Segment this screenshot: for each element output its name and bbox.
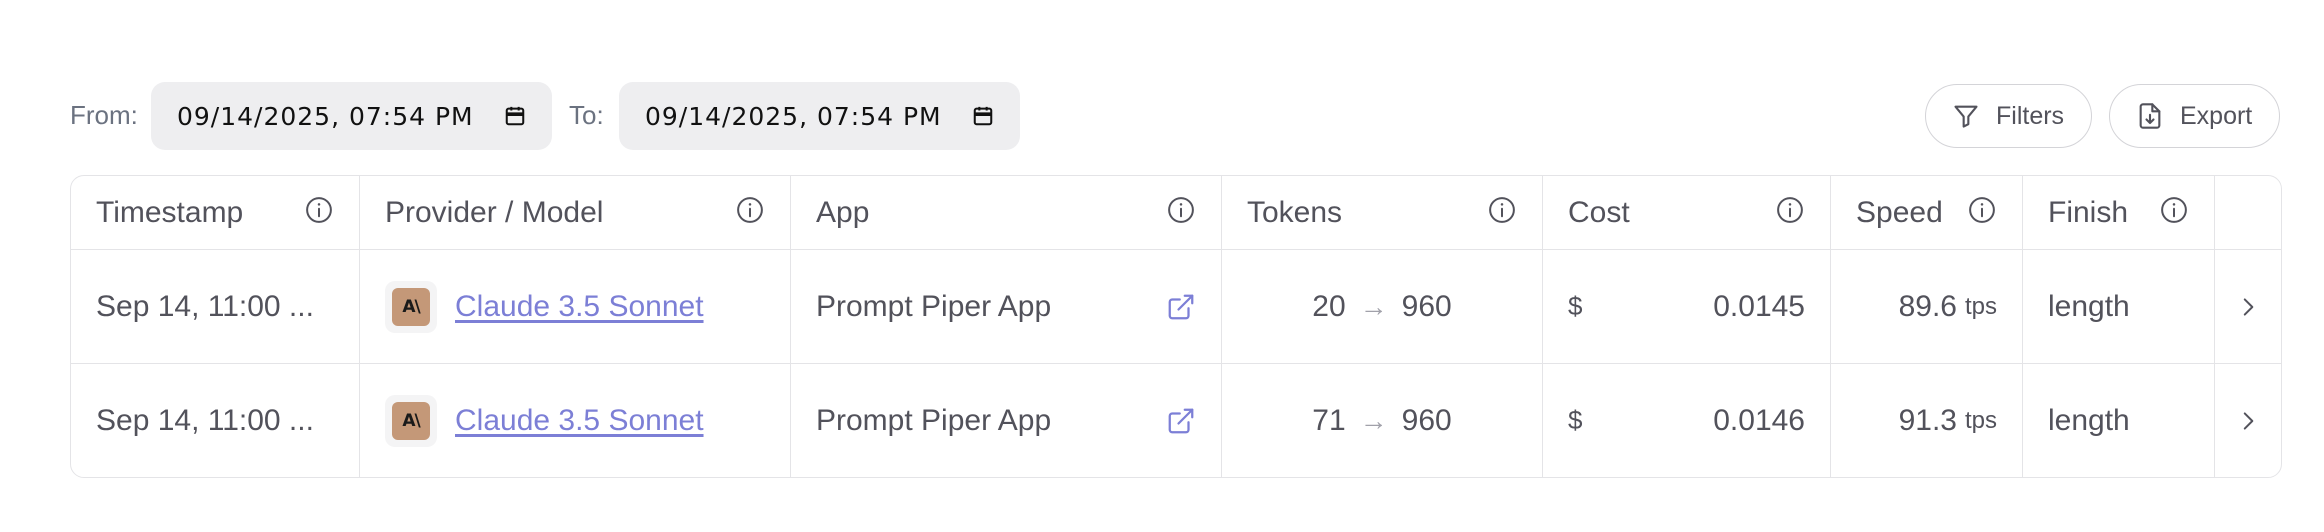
calendar-icon[interactable] [504,105,526,127]
header-actions [2215,176,2281,250]
info-icon[interactable] [735,195,765,225]
table-row[interactable]: Sep 14, 11:00 ... A\ Claude 3.5 Sonnet P… [71,364,2281,477]
filter-icon [1954,105,1978,128]
header-finish[interactable]: Finish [2023,176,2215,250]
chevron-right-icon[interactable] [2235,408,2261,434]
to-datetime-input[interactable]: 09/14/2025, 07:54 PM [619,82,1020,150]
anthropic-logo-icon: A\ [392,287,430,326]
header-tokens-label: Tokens [1247,195,1343,229]
tokens-out: 960 [1401,403,1452,437]
info-icon[interactable] [2159,195,2189,225]
cost-currency: $ [1568,405,1583,435]
filters-label: Filters [1996,101,2065,130]
row-expand-cell[interactable] [2215,250,2281,364]
header-app-label: App [816,195,870,229]
timestamp-value: Sep 14, 11:00 ... [96,403,314,437]
header-app[interactable]: App [791,176,1222,250]
header-provider-model-label: Provider / Model [385,195,604,229]
timestamp-value: Sep 14, 11:00 ... [96,289,314,323]
external-link-icon[interactable] [1166,292,1196,322]
provider-logo: A\ [385,394,437,447]
finish-cell: length [2023,364,2215,477]
timestamp-cell: Sep 14, 11:00 ... [71,250,360,364]
timestamp-cell: Sep 14, 11:00 ... [71,364,360,477]
tokens-cell: 71 → 960 [1222,364,1543,477]
speed-value: 91.3 [1898,403,1957,437]
table-row[interactable]: Sep 14, 11:00 ... A\ Claude 3.5 Sonnet P… [71,250,2281,364]
speed-unit: tps [1964,406,1997,434]
file-download-icon [2139,103,2161,129]
to-datetime-value: 09/14/2025, 07:54 PM [645,101,942,131]
app-name: Prompt Piper App [816,403,1052,437]
tokens-in: 71 [1312,403,1346,437]
provider-model-cell: A\ Claude 3.5 Sonnet [360,364,791,477]
cost-cell: $ 0.0146 [1543,364,1831,477]
header-speed[interactable]: Speed [1831,176,2023,250]
model-link[interactable]: Claude 3.5 Sonnet [455,404,704,438]
tokens-in: 20 [1312,289,1346,323]
info-icon[interactable] [304,195,334,225]
speed-value: 89.6 [1898,289,1957,323]
provider-logo: A\ [385,280,437,333]
from-label: From: [70,100,138,130]
info-icon[interactable] [1166,195,1196,225]
app-name: Prompt Piper App [816,289,1052,323]
speed-unit: tps [1964,292,1997,320]
table-header-row: Timestamp Provider / Model App Tokens Co… [71,176,2281,250]
arrow-right-icon: → [1359,290,1388,322]
speed-cell: 91.3 tps [1831,364,2023,477]
info-icon[interactable] [1967,195,1997,225]
cost-cell: $ 0.0145 [1543,250,1831,364]
row-expand-cell[interactable] [2215,364,2281,477]
finish-reason: length [2048,403,2130,437]
external-link-icon[interactable] [1166,406,1196,436]
cost-value: 0.0145 [1713,289,1805,323]
generations-table: Timestamp Provider / Model App Tokens Co… [70,175,2282,478]
anthropic-logo-icon: A\ [392,401,430,440]
chevron-right-icon[interactable] [2235,294,2261,320]
toolbar: From: 09/14/2025, 07:54 PM To: 09/14/202… [0,0,2324,160]
info-icon[interactable] [1487,195,1517,225]
tokens-cell: 20 → 960 [1222,250,1543,364]
header-cost-label: Cost [1568,195,1630,229]
header-timestamp-label: Timestamp [96,195,244,229]
header-tokens[interactable]: Tokens [1222,176,1543,250]
cost-value: 0.0146 [1713,403,1805,437]
app-cell: Prompt Piper App [791,364,1222,477]
info-icon[interactable] [1775,195,1805,225]
filters-button[interactable]: Filters [1925,84,2092,148]
header-speed-label: Speed [1856,195,1943,229]
cost-currency: $ [1568,291,1583,321]
export-button[interactable]: Export [2109,84,2280,148]
provider-model-cell: A\ Claude 3.5 Sonnet [360,250,791,364]
export-label: Export [2180,101,2253,130]
tokens-out: 960 [1401,289,1452,323]
from-datetime-value: 09/14/2025, 07:54 PM [177,101,474,131]
model-link[interactable]: Claude 3.5 Sonnet [455,290,704,324]
header-provider-model[interactable]: Provider / Model [360,176,791,250]
header-finish-label: Finish [2048,195,2129,229]
header-cost[interactable]: Cost [1543,176,1831,250]
speed-cell: 89.6 tps [1831,250,2023,364]
finish-reason: length [2048,289,2130,323]
calendar-icon[interactable] [972,105,994,127]
app-cell: Prompt Piper App [791,250,1222,364]
finish-cell: length [2023,250,2215,364]
to-label: To: [569,100,604,130]
header-timestamp[interactable]: Timestamp [71,176,360,250]
arrow-right-icon: → [1359,404,1388,436]
from-datetime-input[interactable]: 09/14/2025, 07:54 PM [151,82,552,150]
